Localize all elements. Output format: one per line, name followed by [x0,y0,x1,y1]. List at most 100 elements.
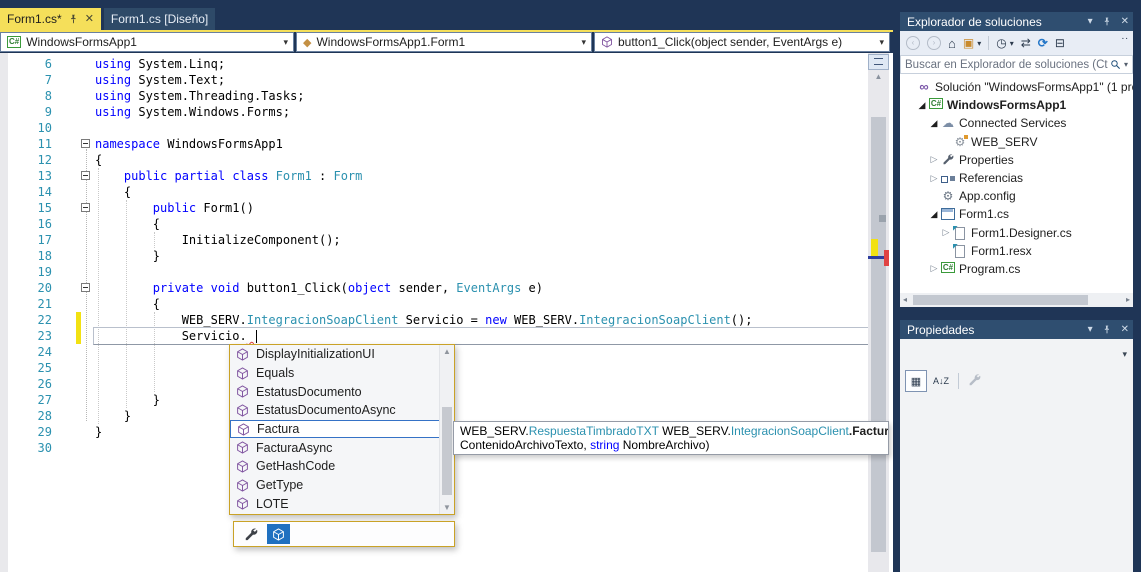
tree-item[interactable]: ⚙ App.config [900,187,1133,205]
intellisense-item[interactable]: LOTE [230,495,454,514]
code-text: InitializeComponent(); [95,232,341,248]
toolbar-overflow[interactable]: .. [1121,31,1129,42]
pin-icon[interactable] [68,14,79,25]
expander-icon[interactable]: ◢ [928,209,940,220]
tree-item[interactable]: ∞ Solución "WindowsFormsApp1" (1 proy [900,78,1133,96]
tree-item[interactable]: ◢ C# WindowsFormsApp1 [900,96,1133,114]
scrollbar-thumb[interactable] [871,117,886,552]
close-icon[interactable]: ✕ [85,8,94,30]
scrollbar-thumb[interactable] [913,295,1088,305]
tree-item[interactable]: ▷ Form1.Designer.cs [900,224,1133,242]
tree-item[interactable]: ⚙ WEB_SERV [900,133,1133,151]
solution-explorer-search[interactable]: Buscar en Explorador de soluciones (Ct ▾ [900,55,1133,74]
fold-collapse-box[interactable] [81,203,90,212]
wrench-filter-icon[interactable] [244,527,258,541]
toolbar-separator [988,36,989,50]
intellisense-list: DisplayInitializationUI Equals EstatusDo… [230,345,454,513]
intellisense-item[interactable]: GetHashCode [230,457,454,476]
tab-form1-cs[interactable]: Form1.cs* ✕ [0,8,101,30]
code-line[interactable]: 14 { [0,184,868,200]
scroll-right-icon[interactable]: ▸ [1126,293,1130,307]
type-dropdown[interactable]: ◆ WindowsFormsApp1.Form1 ▾ [296,32,592,52]
pin-icon[interactable] [1102,325,1112,335]
tab-form1-cs-design[interactable]: Form1.cs [Diseño] [104,8,215,30]
close-icon[interactable]: ✕ [1121,16,1129,27]
scrollbar-thumb[interactable] [442,407,452,495]
code-line[interactable]: 13 public partial class Form1 : Form [0,168,868,184]
code-line[interactable]: 16 { [0,216,868,232]
expander-icon[interactable]: ◢ [916,100,928,111]
expander-icon[interactable]: ▷ [940,227,952,238]
code-text: } [95,424,102,440]
tree-item[interactable]: ▷ Referencias [900,169,1133,187]
code-line[interactable]: 18 } [0,248,868,264]
intellisense-item[interactable]: EstatusDocumento [230,382,454,401]
intellisense-item[interactable]: FacturaAsync [230,438,454,457]
intellisense-scrollbar[interactable]: ▲ ▼ [439,345,454,514]
intellisense-item[interactable]: Equals [230,364,454,383]
back-icon[interactable]: ‹ [906,36,920,50]
expander-icon[interactable]: ▷ [928,173,940,184]
refresh-icon[interactable]: ⟳ [1038,36,1048,50]
close-icon[interactable]: ✕ [1121,324,1129,335]
property-pages-wrench-icon[interactable] [968,373,981,389]
home-icon[interactable]: ⌂ [948,36,956,51]
switch-views-icon[interactable]: ▣ [963,36,974,50]
chevron-down-icon[interactable]: ▾ [1010,39,1014,48]
methods-filter-button[interactable] [267,524,290,544]
member-dropdown[interactable]: button1_Click(object sender, EventArgs e… [594,32,890,52]
scroll-up-icon[interactable]: ▲ [440,347,454,356]
alphabetical-sort-icon[interactable]: A↓Z [933,376,949,386]
pin-icon[interactable] [1102,17,1112,27]
scroll-up-icon[interactable]: ▲ [868,72,889,81]
expander-icon[interactable]: ◢ [928,118,940,129]
intellisense-item[interactable]: GetType [230,476,454,495]
code-line[interactable]: 10 [0,120,868,136]
code-line[interactable]: 7using System.Text; [0,72,868,88]
code-line[interactable]: 8using System.Threading.Tasks; [0,88,868,104]
pending-changes-filter-icon[interactable]: ◷ [996,36,1006,50]
fold-collapse-box[interactable] [81,171,90,180]
tree-item[interactable]: ◢ Form1.cs [900,205,1133,223]
method-cube-icon [236,348,249,361]
forward-icon[interactable]: › [927,36,941,50]
chevron-down-icon[interactable]: ▾ [1088,324,1093,335]
editor-vertical-scrollbar[interactable]: ▲ [868,53,889,572]
code-line[interactable]: 19 [0,264,868,280]
tree-item[interactable]: ▷ Properties [900,151,1133,169]
horizontal-scrollbar[interactable]: ◂ ▸ [900,293,1133,307]
scroll-left-icon[interactable]: ◂ [903,293,907,307]
categorized-icon[interactable]: ▦ [905,370,927,392]
tree-item[interactable]: ◢ ☁ Connected Services [900,114,1133,132]
fold-collapse-box[interactable] [81,139,90,148]
code-line[interactable]: 9using System.Windows.Forms; [0,104,868,120]
fold-collapse-box[interactable] [81,283,90,292]
chevron-down-icon[interactable]: ▾ [1088,16,1093,27]
object-selector-combobox[interactable]: ▾ [900,345,1133,363]
code-line[interactable]: 23 Servicio. [0,328,868,344]
code-line[interactable]: 17 InitializeComponent(); [0,232,868,248]
intellisense-item[interactable]: DisplayInitializationUI [230,345,454,364]
service-icon: ⚙ [952,135,968,149]
code-line[interactable]: 22 WEB_SERV.IntegracionSoapClient Servic… [0,312,868,328]
tree-item-label: Connected Services [959,116,1066,130]
code-line[interactable]: 21 { [0,296,868,312]
sync-with-active-document-icon[interactable]: ⇄ [1021,36,1031,50]
tree-item[interactable]: Form1.resx [900,242,1133,260]
chevron-down-icon[interactable]: ▾ [977,39,981,48]
project-dropdown[interactable]: C# WindowsFormsApp1 ▾ [0,32,294,52]
intellisense-item[interactable]: EstatusDocumentoAsync [230,401,454,420]
split-window-handle[interactable] [868,54,889,70]
expander-icon[interactable]: ▷ [928,154,940,165]
code-line[interactable]: 12{ [0,152,868,168]
tree-item[interactable]: ▷ C# Program.cs [900,260,1133,278]
scroll-down-icon[interactable]: ▼ [440,503,454,512]
expander-icon[interactable]: ▷ [928,263,940,274]
code-line[interactable]: 15 public Form1() [0,200,868,216]
code-line[interactable]: 6using System.Linq; [0,56,868,72]
collapse-all-icon[interactable]: ⊟ [1055,36,1065,50]
intellisense-item[interactable]: Factura [230,420,454,439]
chevron-down-icon[interactable]: ▾ [1124,60,1128,69]
code-line[interactable]: 20 private void button1_Click(object sen… [0,280,868,296]
code-line[interactable]: 11namespace WindowsFormsApp1 [0,136,868,152]
